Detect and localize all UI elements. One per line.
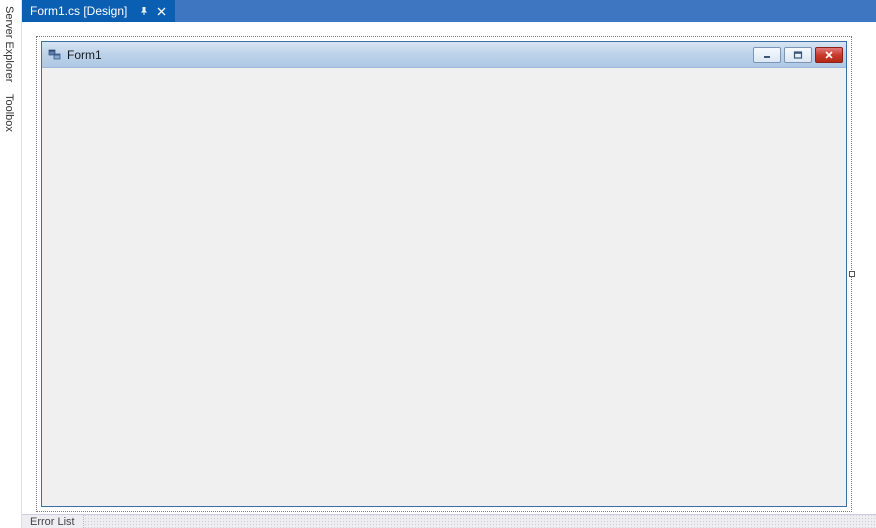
maximize-button[interactable] xyxy=(784,47,812,63)
form-titlebar[interactable]: Form1 xyxy=(42,42,846,68)
resize-handle-right[interactable] xyxy=(849,271,855,277)
designer-surface[interactable]: Form1 xyxy=(22,22,876,514)
minimize-button[interactable] xyxy=(753,47,781,63)
pin-icon[interactable] xyxy=(137,4,151,18)
form-window[interactable]: Form1 xyxy=(41,41,847,507)
close-button[interactable] xyxy=(815,47,843,63)
bottom-panel: Error List xyxy=(22,514,876,528)
server-explorer-tab[interactable]: Server Explorer xyxy=(0,0,18,88)
form-client-area[interactable] xyxy=(42,68,846,506)
bottom-panel-grip xyxy=(84,515,876,528)
toolbox-tab[interactable]: Toolbox xyxy=(0,88,18,138)
side-panel: Server Explorer Toolbox xyxy=(0,0,22,528)
form-title: Form1 xyxy=(67,48,753,62)
error-list-tab[interactable]: Error List xyxy=(22,515,84,528)
close-icon[interactable] xyxy=(153,3,169,19)
form-selection-outline: Form1 xyxy=(36,36,852,512)
document-tab-label: Form1.cs [Design] xyxy=(30,4,127,18)
document-tab-bar: Form1.cs [Design] xyxy=(22,0,876,22)
form-icon xyxy=(48,48,62,62)
window-buttons xyxy=(753,47,843,63)
document-tab[interactable]: Form1.cs [Design] xyxy=(22,0,175,22)
